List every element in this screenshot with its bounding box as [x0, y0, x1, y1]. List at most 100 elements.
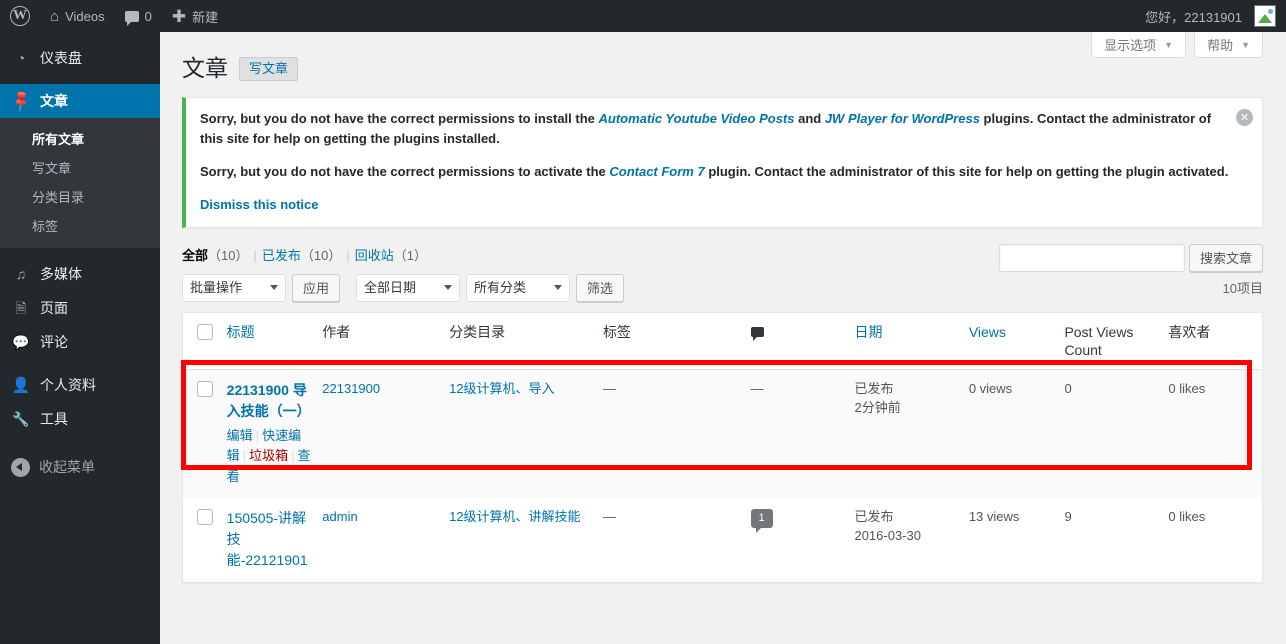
sidebar-item-label-dashboard: 仪表盘	[40, 50, 82, 66]
dashboard-gauge-icon: ◔	[16, 50, 26, 66]
comment-bubble-icon	[124, 10, 139, 26]
tags-value: —	[602, 380, 616, 396]
admin-bar: W ⌂ Videos 0 ✚ 新建 您好，22131901	[0, 0, 1286, 32]
search-submit-button[interactable]: 搜索文章	[1188, 243, 1263, 272]
column-header-post-views-count: Post Views Count	[1064, 312, 1169, 370]
filter-button[interactable]: 筛选	[576, 273, 625, 302]
sidebar-subitem-categories[interactable]: 分类目录	[0, 182, 160, 211]
sidebar-item-media[interactable]: ♫ 多媒体	[0, 257, 160, 291]
posts-table-wrap: 标题 作者 分类目录 标签 日期 Views Post Views Count …	[181, 311, 1263, 584]
media-icon: ♫	[15, 266, 27, 282]
status-link-published[interactable]: 已发布（10）	[262, 248, 341, 263]
sidebar-subitem-add-new[interactable]: 写文章	[0, 153, 160, 182]
notice-paragraph-2: Sorry, but you do not have the correct p…	[200, 162, 1230, 182]
views-value: 0 views	[968, 380, 1013, 396]
screen-options-button[interactable]: 显示选项 ▼	[1091, 32, 1187, 58]
row-select-checkbox[interactable]	[197, 380, 213, 397]
sidebar-subitem-label-all-posts: 所有文章	[32, 132, 85, 147]
link-automatic-youtube-video-posts[interactable]: Automatic Youtube Video Posts	[599, 111, 795, 126]
row-action-trash[interactable]: 垃圾箱	[249, 448, 288, 463]
collapse-menu-button[interactable]: 收起菜单	[0, 450, 160, 484]
chevron-down-icon: ▼	[1241, 39, 1250, 50]
table-nav-top: 全部（10） | 已发布（10） | 回收站（1） 批量操作 应用 全部日期 所有分类	[182, 243, 1263, 312]
select-all-checkbox[interactable]	[197, 323, 213, 340]
sidebar-item-comments[interactable]: 💬 评论	[0, 325, 160, 359]
menu-spacer-3	[0, 359, 160, 368]
search-input[interactable]	[998, 243, 1185, 272]
search-box: 搜索文章	[998, 243, 1263, 272]
comment-count-bubble[interactable]: 1	[750, 509, 773, 534]
add-new-post-button[interactable]: 写文章	[239, 56, 299, 81]
row-title-cell: 150505-讲解技 能-22121901	[227, 498, 323, 582]
post-views-count-value: 0	[1064, 380, 1072, 396]
user-icon: 👤	[11, 376, 31, 394]
notice-paragraph-1: Sorry, but you do not have the correct p…	[200, 109, 1230, 149]
wp-logo-menu[interactable]: W	[0, 0, 40, 32]
bulk-action-select[interactable]: 批量操作	[182, 273, 286, 302]
my-account-menu[interactable]: 您好，22131901	[1135, 0, 1286, 32]
sidebar-subitem-tags[interactable]: 标签	[0, 211, 160, 240]
tags-value: —	[602, 509, 616, 525]
row-likes-cell: 0 likes	[1168, 369, 1262, 499]
column-label-likes: 喜欢者	[1168, 323, 1211, 340]
status-filter-links: 全部（10） | 已发布（10） | 回收站（1）	[182, 246, 427, 266]
column-label-tags: 标签	[602, 323, 631, 340]
apply-button[interactable]: 应用	[292, 273, 341, 302]
sidebar-item-pages[interactable]: 🗎 页面	[0, 291, 160, 325]
help-button[interactable]: 帮助 ▼	[1194, 32, 1263, 58]
sidebar-item-profile[interactable]: 👤 个人资料	[0, 368, 160, 402]
comment-icon: 💬	[12, 334, 30, 350]
sort-link-date[interactable]: 日期	[854, 324, 882, 340]
dismiss-this-notice-link[interactable]: Dismiss this notice	[200, 197, 318, 212]
site-name-menu[interactable]: ⌂ Videos	[40, 0, 115, 32]
table-row: 22131900 导入技能（一） 编辑 | 快速编辑 | 垃圾箱 | 查看 22131900…	[183, 369, 1262, 499]
row-post-views-count-cell: 9	[1064, 498, 1168, 582]
post-status: 已发布	[854, 509, 894, 525]
row-likes-cell: 0 likes	[1168, 498, 1262, 582]
sort-link-views[interactable]: Views	[969, 324, 1006, 340]
notice-text-1b: and	[794, 111, 825, 126]
row-select-checkbox[interactable]	[197, 509, 213, 526]
screen-meta-links: 显示选项 ▼ 帮助 ▼	[1091, 32, 1263, 58]
status-link-trash[interactable]: 回收站（1）	[355, 248, 427, 263]
new-content-menu[interactable]: ✚ 新建	[162, 0, 228, 32]
sidebar-subitem-all-posts[interactable]: 所有文章	[0, 124, 160, 153]
link-contact-form-7[interactable]: Contact Form 7	[609, 164, 704, 179]
sidebar-item-posts[interactable]: 📌 文章	[0, 84, 168, 118]
post-title-link[interactable]: 22131900 导入技能（一）	[227, 382, 311, 419]
views-value: 13 views	[968, 509, 1020, 525]
row-action-sep-3: |	[291, 448, 295, 464]
menu-spacer-1	[0, 75, 160, 84]
category-filter-select-wrap: 所有分类	[466, 273, 571, 302]
author-link[interactable]: admin	[322, 509, 357, 524]
link-jw-player-for-wordpress[interactable]: JW Player for WordPress	[825, 111, 980, 126]
notice-paragraph-3: Dismiss this notice	[200, 195, 1230, 215]
sidebar-item-tools[interactable]: 🔧 工具	[0, 402, 160, 436]
notice-text-2a: Sorry, but you do not have the correct p…	[200, 164, 610, 180]
date-filter-select[interactable]: 全部日期	[356, 273, 461, 302]
displaying-num: 10项目	[1222, 280, 1263, 296]
comments-menu[interactable]: 0	[115, 0, 162, 32]
posts-submenu: 所有文章 写文章 分类目录 标签	[0, 118, 160, 248]
sidebar-item-dashboard[interactable]: ◔ 仪表盘	[0, 41, 160, 75]
author-link[interactable]: 22131900	[322, 381, 380, 396]
category-links[interactable]: 12级计算机、讲解技能	[449, 509, 580, 524]
date-filter-select-wrap: 全部日期	[356, 273, 461, 302]
sort-link-title[interactable]: 标题	[227, 324, 255, 340]
row-views-cell: 0 views	[968, 369, 1065, 499]
column-header-views: Views	[968, 312, 1065, 370]
post-title-link[interactable]: 150505-讲解技 能-22121901	[227, 510, 308, 568]
greeting-label: 您好，22131901	[1145, 9, 1242, 25]
category-filter-select[interactable]: 所有分类	[466, 273, 571, 302]
bulk-action-select-wrap: 批量操作	[182, 273, 286, 302]
column-header-title: 标题	[226, 312, 323, 370]
row-action-edit[interactable]: 编辑	[227, 428, 253, 443]
row-date-cell: 已发布 2分钟前	[854, 369, 969, 499]
sidebar-item-label-pages: 页面	[40, 300, 68, 316]
column-header-date: 日期	[854, 312, 969, 370]
status-separator-1: |	[253, 247, 257, 263]
category-links[interactable]: 12级计算机、导入	[449, 381, 554, 396]
post-date: 2016-03-30	[854, 527, 921, 543]
status-link-all[interactable]: 全部（10）	[182, 248, 248, 263]
close-icon[interactable]: ✕	[1236, 109, 1253, 126]
